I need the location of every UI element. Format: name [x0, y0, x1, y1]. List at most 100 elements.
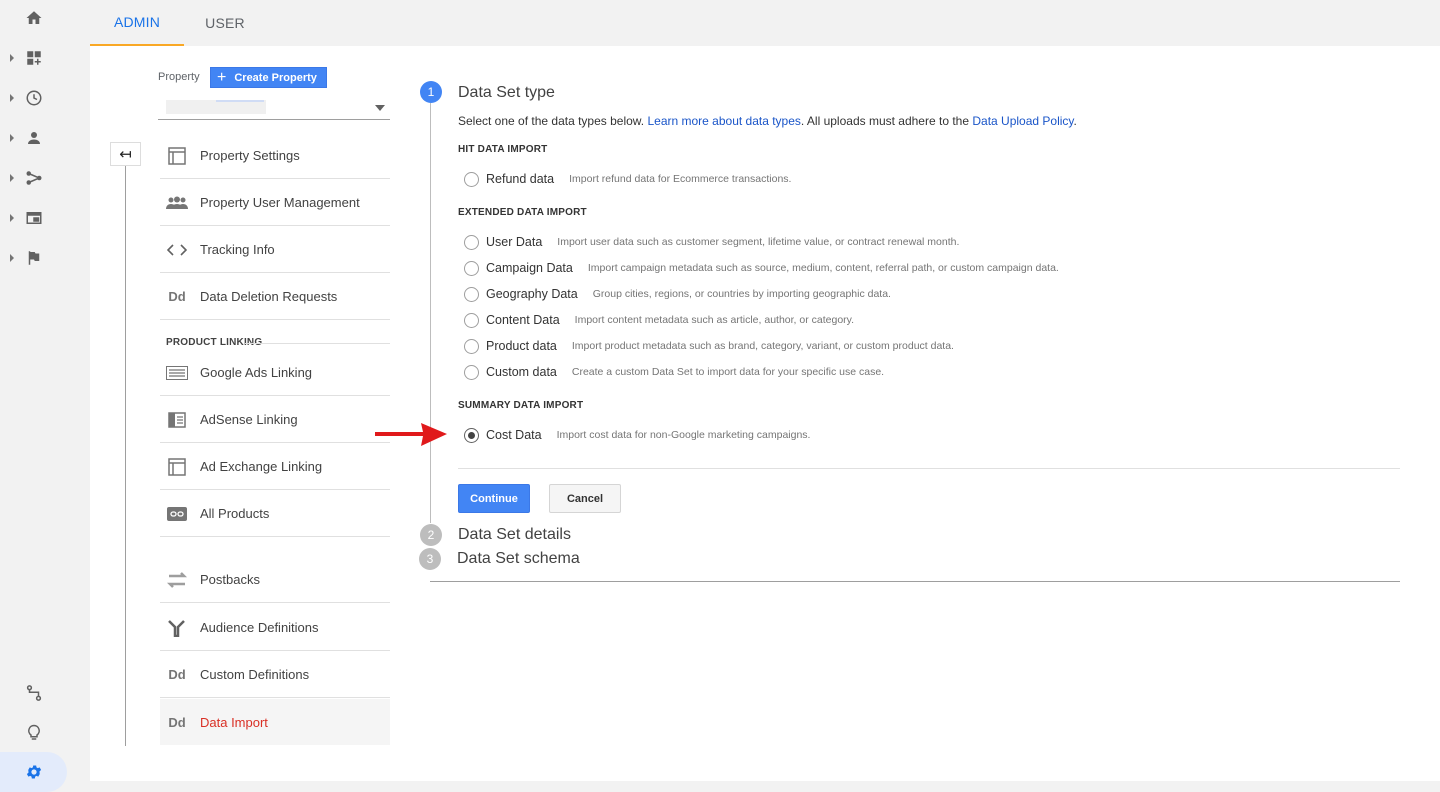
radio-button[interactable] — [464, 312, 479, 328]
option-cost-data[interactable]: Cost Data Import cost data for non-Googl… — [464, 426, 810, 444]
option-geography-data[interactable]: Geography Data Group cities, regions, or… — [464, 285, 891, 303]
gear-icon — [26, 765, 42, 779]
step-connector — [430, 103, 431, 523]
nav-behavior[interactable] — [0, 200, 67, 236]
expand-caret-icon — [10, 94, 14, 102]
option-campaign-data[interactable]: Campaign Data Import campaign metadata s… — [464, 259, 1059, 277]
redacted-property-name — [166, 100, 266, 114]
nav-admin[interactable] — [0, 752, 67, 792]
nav-attribution[interactable] — [0, 675, 67, 711]
menu-custom-definitions[interactable]: Dd Custom Definitions — [160, 652, 390, 698]
dd-icon: Dd — [168, 667, 186, 682]
menu-item-label: Custom Definitions — [200, 667, 310, 682]
section-divider — [245, 343, 390, 344]
menu-all-products[interactable]: All Products — [160, 491, 390, 537]
tab-admin[interactable]: ADMIN — [90, 0, 184, 46]
data-type-description: Select one of the data types below. Lear… — [458, 114, 1077, 128]
radio-button[interactable] — [464, 171, 479, 187]
menu-item-label: Data Deletion Requests — [200, 289, 338, 304]
option-label: Cost Data — [486, 428, 542, 442]
property-selector[interactable] — [158, 96, 390, 120]
back-arrow-icon: ↤ — [119, 146, 132, 163]
menu-ad-exchange-linking[interactable]: Ad Exchange Linking — [160, 444, 390, 490]
flag-icon — [28, 251, 40, 265]
option-label: Campaign Data — [486, 261, 573, 275]
nav-acquisition[interactable] — [0, 160, 67, 196]
nav-home[interactable] — [0, 0, 67, 36]
expand-caret-icon — [10, 214, 14, 222]
option-user-data[interactable]: User Data Import user data such as custo… — [464, 233, 959, 251]
menu-property-user-management[interactable]: Property User Management — [160, 180, 390, 226]
radio-button[interactable] — [464, 364, 479, 380]
code-icon — [166, 239, 188, 261]
radio-button[interactable] — [464, 234, 479, 250]
step-divider — [458, 468, 1400, 469]
menu-item-label: Property User Management — [200, 195, 360, 210]
learn-more-link[interactable]: Learn more about data types — [647, 114, 800, 128]
column-divider — [125, 166, 126, 746]
step-3-title: Data Set schema — [457, 550, 580, 567]
nav-conversions[interactable] — [0, 240, 67, 276]
continue-button[interactable]: Continue — [458, 484, 530, 513]
menu-property-settings[interactable]: Property Settings — [160, 133, 390, 179]
option-custom-data[interactable]: Custom data Create a custom Data Set to … — [464, 363, 884, 381]
menu-item-label: Data Import — [200, 714, 268, 730]
postbacks-icon — [166, 569, 188, 591]
acquisition-icon — [26, 171, 42, 185]
tab-user[interactable]: USER — [184, 0, 266, 46]
nav-audience[interactable] — [0, 120, 67, 156]
menu-data-deletion-requests[interactable]: Dd Data Deletion Requests — [160, 274, 390, 320]
adexchange-icon — [166, 456, 188, 478]
option-description: Import content metadata such as article,… — [574, 314, 855, 326]
menu-data-import[interactable]: Dd Data Import — [160, 699, 390, 745]
step-1-badge: 1 — [420, 81, 442, 103]
radio-button[interactable] — [464, 260, 479, 276]
nav-customization[interactable] — [0, 40, 67, 76]
cancel-button[interactable]: Cancel — [549, 484, 621, 513]
expand-caret-icon — [10, 174, 14, 182]
option-refund-data[interactable]: Refund data Import refund data for Ecomm… — [464, 170, 791, 188]
option-label: User Data — [486, 235, 543, 249]
plus-icon: + — [217, 68, 227, 86]
menu-item-label: Google Ads Linking — [200, 365, 313, 380]
admin-panel: ↤ Property + Create Property Property Se… — [90, 46, 1440, 781]
menu-adsense-linking[interactable]: AdSense Linking — [160, 397, 390, 443]
people-icon — [166, 192, 188, 214]
lightbulb-icon — [28, 724, 40, 740]
person-icon — [28, 132, 40, 144]
radio-button-selected[interactable] — [464, 427, 479, 443]
menu-audience-definitions[interactable]: Audience Definitions — [160, 605, 390, 651]
menu-postbacks[interactable]: Postbacks — [160, 557, 390, 603]
description-text: Select one of the data types below. — [458, 114, 648, 128]
expand-caret-icon — [10, 134, 14, 142]
radio-button[interactable] — [464, 286, 479, 302]
menu-tracking-info[interactable]: Tracking Info — [160, 227, 390, 273]
option-product-data[interactable]: Product data Import product metadata suc… — [464, 337, 954, 355]
hit-data-import-heading: HIT DATA IMPORT — [458, 144, 548, 155]
step-2-title: Data Set details — [458, 526, 571, 543]
dropdown-arrow-icon — [375, 105, 385, 111]
menu-google-ads-linking[interactable]: Google Ads Linking — [160, 350, 390, 396]
dd-icon: Dd — [168, 714, 186, 730]
redacted-property-mark — [216, 100, 264, 102]
option-description: Group cities, regions, or countries by i… — [592, 288, 891, 300]
radio-button[interactable] — [464, 338, 479, 354]
option-description: Create a custom Data Set to import data … — [571, 366, 885, 378]
create-property-label: Create Property — [234, 71, 317, 84]
back-button[interactable]: ↤ — [110, 142, 141, 166]
nav-discover[interactable] — [0, 715, 67, 751]
create-property-button[interactable]: + Create Property — [210, 67, 327, 88]
layout-icon — [166, 145, 188, 167]
dd-icon: Dd — [168, 289, 186, 304]
property-label: Property — [158, 71, 200, 83]
ads-icon — [166, 362, 188, 384]
expand-caret-icon — [10, 254, 14, 262]
nav-realtime[interactable] — [0, 80, 67, 116]
summary-data-import-heading: SUMMARY DATA IMPORT — [458, 400, 584, 411]
home-icon — [26, 11, 42, 24]
upload-policy-link[interactable]: Data Upload Policy — [972, 114, 1073, 128]
attribution-icon — [26, 685, 42, 701]
option-content-data[interactable]: Content Data Import content metadata suc… — [464, 311, 854, 329]
description-text: . All uploads must adhere to the — [800, 114, 973, 128]
expand-caret-icon — [10, 54, 14, 62]
